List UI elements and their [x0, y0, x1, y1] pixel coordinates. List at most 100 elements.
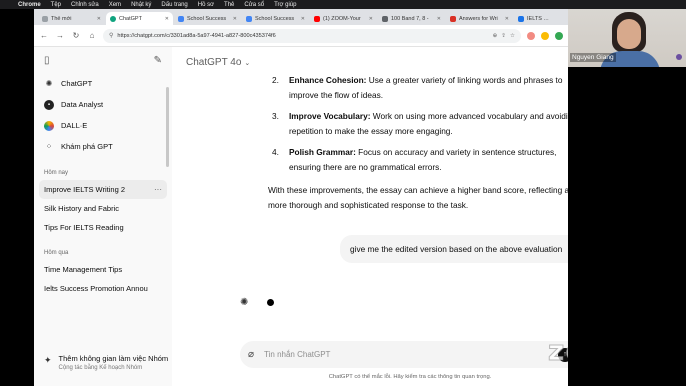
chat-sidebar: ▯ ✎ ✺ ChatGPT ▪ Data Analyst DALL·E ⁘ Kh… [34, 47, 172, 386]
site-info-icon[interactable]: ⚲ [109, 32, 113, 39]
list-number: 3. [272, 111, 279, 121]
address-bar[interactable]: ⚲ https://chatgpt.com/c/3301ad8a-5a97-49… [103, 28, 521, 43]
list-item: 4. Polish Grammar: Focus on accuracy and… [272, 145, 582, 175]
browser-tab[interactable]: Thẻ mới ✕ [38, 12, 105, 25]
tab-close-icon[interactable]: ✕ [165, 16, 169, 22]
menubar-app-name[interactable]: Chrome [18, 2, 41, 8]
extension-icon[interactable] [541, 31, 549, 40]
tab-title: Thẻ mới [51, 15, 72, 22]
history-item-label: Time Management Tips [44, 265, 123, 274]
screen-left-border [0, 9, 34, 386]
sidebar-item-label: Data Analyst [61, 100, 104, 109]
model-label: ChatGPT 4o [186, 57, 242, 68]
sidebar-item-chatgpt[interactable]: ✺ ChatGPT [34, 73, 172, 94]
menu-file[interactable]: Tệp [51, 2, 61, 8]
history-item[interactable]: Ielts Success Promotion Annou [34, 279, 172, 298]
upgrade-subtitle: Cộng tác bằng Kế hoạch Nhóm [58, 365, 143, 371]
tab-favicon-icon [382, 15, 388, 22]
model-selector[interactable]: ChatGPT 4o ⌄ [186, 57, 250, 68]
menu-tab[interactable]: Thẻ [224, 2, 234, 8]
participant-video[interactable]: Nguyen Giang [568, 9, 686, 67]
message-composer[interactable]: ⌀ Tin nhắn ChatGPT ↑ [240, 341, 580, 368]
tab-title: 100 Band 7, 8 - [391, 15, 429, 22]
participant-name: Nguyen Giang [570, 53, 616, 62]
new-chat-icon[interactable]: ✎ [154, 55, 162, 66]
sidebar-item-explore-gpts[interactable]: ⁘ Khám phá GPT [34, 136, 172, 157]
browser-tab-active[interactable]: ChatGPT ✕ [106, 12, 173, 25]
history-item-active[interactable]: Improve IELTS Writing 2 ··· [39, 180, 167, 199]
list-item: 2. Enhance Cohesion: Use a greater varie… [272, 73, 582, 103]
participant-face [617, 19, 641, 49]
browser-tab[interactable]: (1) ZOOM-Your ✕ [310, 12, 377, 25]
openai-logo-icon: ✺ [240, 297, 249, 308]
mic-status-icon [676, 54, 682, 60]
menu-help[interactable]: Trợ giúp [274, 2, 296, 8]
upgrade-team-button[interactable]: ✦ Thêm không gian làm việc Nhóm Cộng tác… [44, 354, 168, 371]
assistant-conclusion: With these improvements, the essay can a… [268, 185, 570, 210]
reload-icon[interactable]: ↻ [71, 31, 81, 40]
back-arrow-icon[interactable]: ← [39, 31, 49, 40]
grid-icon: ⁘ [45, 142, 53, 151]
tab-favicon-icon [178, 15, 184, 22]
tab-favicon-icon [518, 15, 524, 22]
sidebar-item-data-analyst[interactable]: ▪ Data Analyst [34, 94, 172, 115]
menu-window[interactable]: Cửa sổ [244, 2, 264, 8]
tab-favicon-icon [110, 15, 116, 22]
list-item-title: Polish Grammar: [289, 147, 356, 157]
chevron-down-icon: ⌄ [244, 60, 251, 67]
sidebar-item-label: ChatGPT [61, 79, 93, 88]
browser-tab[interactable]: 100 Band 7, 8 - ✕ [378, 12, 445, 25]
tab-close-icon[interactable]: ✕ [437, 16, 441, 22]
menu-history[interactable]: Nhật ký [131, 2, 151, 8]
typing-indicator [267, 299, 274, 306]
more-options-icon[interactable]: ··· [154, 185, 162, 194]
extension-icon[interactable] [527, 31, 535, 40]
bookmark-star-icon[interactable]: ☆ [510, 33, 515, 39]
zoom-icon[interactable]: ⊕ [493, 33, 498, 39]
tab-title: IELTS Ma [527, 15, 550, 22]
history-item[interactable]: Tips For IELTS Reading [34, 218, 172, 237]
dalle-icon [44, 120, 54, 131]
history-item[interactable]: Silk History and Fabric [34, 199, 172, 218]
tab-title: Answers for Wri [459, 15, 498, 22]
macos-menubar: Chrome Tệp Chỉnh sửa Xem Nhật ký Dấu tra… [0, 0, 686, 9]
history-item-label: Ielts Success Promotion Annou [44, 284, 148, 293]
tab-close-icon[interactable]: ✕ [233, 16, 237, 22]
tab-close-icon[interactable]: ✕ [369, 16, 373, 22]
browser-tab[interactable]: Answers for Wri ✕ [446, 12, 513, 25]
menu-edit[interactable]: Chỉnh sửa [71, 2, 99, 8]
tab-favicon-icon [314, 15, 320, 22]
paperclip-icon[interactable]: ⌀ [248, 349, 254, 360]
browser-toolbar: ← → ↻ ⌂ ⚲ https://chatgpt.com/c/3301ad8a… [34, 25, 568, 47]
browser-tab[interactable]: School Success ✕ [174, 12, 241, 25]
sidebar-toggle-icon[interactable]: ▯ [44, 55, 50, 66]
menu-view[interactable]: Xem [109, 2, 121, 8]
browser-tab[interactable]: School Success ✕ [242, 12, 309, 25]
list-item: 3. Improve Vocabulary: Work on using mor… [272, 109, 582, 139]
menu-profiles[interactable]: Hồ sơ [198, 2, 214, 8]
share-icon[interactable]: ⇪ [501, 33, 506, 39]
list-item-title: Improve Vocabulary: [289, 111, 371, 121]
extension-icon[interactable] [555, 31, 563, 40]
composer-placeholder[interactable]: Tin nhắn ChatGPT [264, 350, 330, 359]
sidebar-scrollbar[interactable] [166, 87, 169, 167]
address-url[interactable]: https://chatgpt.com/c/3301ad8a-5a97-4941… [117, 33, 275, 39]
sidebar-item-label: Khám phá GPT [61, 142, 113, 151]
sidebar-header: ▯ ✎ [34, 47, 172, 73]
tab-favicon-icon [42, 15, 48, 22]
sidebar-item-dalle[interactable]: DALL·E [34, 115, 172, 136]
menu-bookmarks[interactable]: Dấu trang [161, 2, 187, 8]
history-item[interactable]: Time Management Tips [34, 260, 172, 279]
tab-close-icon[interactable]: ✕ [301, 16, 305, 22]
sparkle-icon: ✦ [44, 355, 52, 365]
browser-tab[interactable]: IELTS Ma [514, 12, 554, 25]
openai-logo-icon: ✺ [45, 79, 53, 88]
tab-close-icon[interactable]: ✕ [505, 16, 509, 22]
tab-close-icon[interactable]: ✕ [97, 16, 101, 22]
history-item-label: Silk History and Fabric [44, 204, 120, 213]
forward-arrow-icon[interactable]: → [55, 31, 65, 40]
tab-strip: Thẻ mới ✕ ChatGPT ✕ School Success ✕ Sch… [34, 9, 568, 25]
history-heading-today: Hôm nay [44, 170, 69, 176]
user-message-text: give me the edited version based on the … [350, 244, 563, 254]
home-icon[interactable]: ⌂ [87, 31, 97, 40]
